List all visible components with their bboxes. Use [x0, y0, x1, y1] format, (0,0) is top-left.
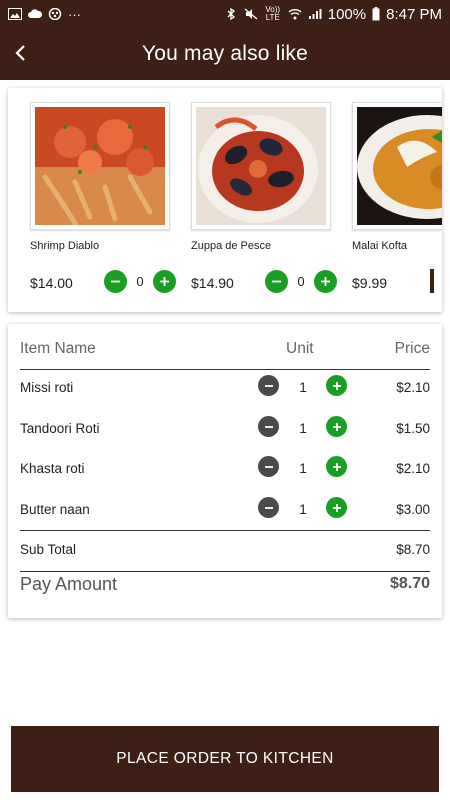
image-icon — [8, 8, 22, 20]
decrement-button[interactable] — [258, 375, 279, 396]
item-unit: 1 — [299, 380, 307, 395]
reco-item-zuppa-de-pesce[interactable]: Zuppa de Pesce $14.90 0 — [179, 88, 337, 312]
plus-icon — [332, 503, 341, 512]
pay-amount-label: Pay Amount — [20, 574, 118, 594]
item-price: $3.00 — [396, 502, 430, 517]
quantity-value: 0 — [136, 273, 144, 289]
increment-button[interactable] — [326, 416, 347, 437]
wifi-icon — [288, 9, 302, 20]
column-header-item-name: Item Name — [20, 340, 96, 357]
divider — [20, 530, 430, 531]
plus-icon — [332, 422, 341, 431]
increment-button[interactable] — [326, 456, 347, 477]
reco-name: Zuppa de Pesce — [191, 240, 272, 252]
reco-price: $9.99 — [352, 275, 388, 291]
minus-icon — [111, 280, 120, 282]
recommendations-carousel[interactable]: Shrimp Diablo $14.00 0 Zuppa de Pesce $1… — [8, 88, 442, 312]
food-image-curry — [352, 102, 442, 230]
subtotal-label: Sub Total — [20, 542, 77, 557]
order-row: Khasta roti 1 $2.10 — [20, 453, 430, 483]
chevron-left-icon — [15, 45, 25, 61]
increment-button[interactable] — [153, 269, 176, 293]
item-price: $2.10 — [396, 461, 430, 476]
food-image-mussels — [191, 102, 331, 230]
status-bar: ··· Vo)) LTE 100% 8:47 PM — [0, 0, 450, 28]
minus-icon — [264, 384, 273, 387]
order-row: Butter naan 1 $3.00 — [20, 494, 430, 524]
minus-icon — [264, 506, 273, 509]
item-unit: 1 — [299, 421, 307, 436]
battery-level: 100% — [327, 5, 367, 23]
item-unit: 1 — [299, 502, 307, 517]
reco-price: $14.00 — [30, 275, 73, 291]
table-header: Item Name Unit Price — [20, 340, 430, 370]
item-price: $2.10 — [396, 380, 430, 395]
reco-price: $14.90 — [191, 275, 234, 291]
quantity-value: 0 — [297, 273, 305, 289]
minus-icon — [272, 280, 281, 282]
decrement-button[interactable] — [265, 269, 288, 293]
app-bar: You may also like — [0, 28, 450, 80]
signal-icon — [308, 9, 322, 19]
quantity-stepper: 0 — [265, 269, 337, 293]
divider — [20, 571, 430, 572]
mute-icon — [244, 8, 258, 20]
column-header-unit: Unit — [286, 340, 314, 357]
divider — [20, 369, 430, 370]
cloud-icon — [28, 9, 42, 18]
order-row: Tandoori Roti 1 $1.50 — [20, 413, 430, 443]
food-image-pasta — [30, 102, 170, 230]
item-unit: 1 — [299, 461, 307, 476]
reco-item-shrimp-diablo[interactable]: Shrimp Diablo $14.00 0 — [18, 88, 176, 312]
app-icon — [48, 8, 62, 20]
reco-name: Malai Kofta — [352, 240, 408, 252]
bluetooth-icon — [227, 8, 235, 20]
decrement-button[interactable] — [258, 456, 279, 477]
back-button[interactable] — [6, 38, 36, 68]
increment-button[interactable] — [326, 375, 347, 396]
minus-icon — [264, 465, 273, 468]
column-header-price: Price — [394, 340, 430, 357]
page-title: You may also like — [141, 42, 309, 65]
plus-icon — [160, 276, 169, 286]
battery-icon — [372, 7, 380, 21]
increment-button[interactable] — [326, 497, 347, 518]
reco-name: Shrimp Diablo — [30, 240, 100, 252]
plus-icon — [332, 381, 341, 390]
item-name: Butter naan — [20, 502, 90, 517]
more-dots-icon: ··· — [68, 6, 81, 22]
subtotal-value: $8.70 — [396, 542, 430, 557]
item-name: Tandoori Roti — [20, 421, 100, 436]
minus-icon — [264, 425, 273, 428]
decrement-button[interactable] — [258, 497, 279, 518]
item-name: Khasta roti — [20, 461, 85, 476]
place-order-button[interactable]: PLACE ORDER TO KITCHEN — [11, 726, 439, 792]
reco-item-malai-kofta[interactable]: Malai Kofta $9.99 — [340, 88, 442, 312]
volte-icon: Vo)) LTE — [265, 5, 281, 22]
clock: 8:47 PM — [386, 5, 442, 23]
carousel-peek-edge — [430, 269, 434, 293]
plus-icon — [332, 462, 341, 471]
pay-amount-value: $8.70 — [389, 575, 430, 592]
decrement-button[interactable] — [104, 269, 127, 293]
decrement-button[interactable] — [258, 416, 279, 437]
item-name: Missi roti — [20, 380, 74, 395]
order-summary: Item Name Unit Price Missi roti 1 $2.10 … — [8, 324, 442, 618]
quantity-stepper: 0 — [104, 269, 176, 293]
order-row: Missi roti 1 $2.10 — [20, 372, 430, 402]
carousel-track: Shrimp Diablo $14.00 0 Zuppa de Pesce $1… — [8, 88, 442, 312]
increment-button[interactable] — [314, 269, 337, 293]
item-price: $1.50 — [396, 421, 430, 436]
plus-icon — [321, 276, 330, 286]
